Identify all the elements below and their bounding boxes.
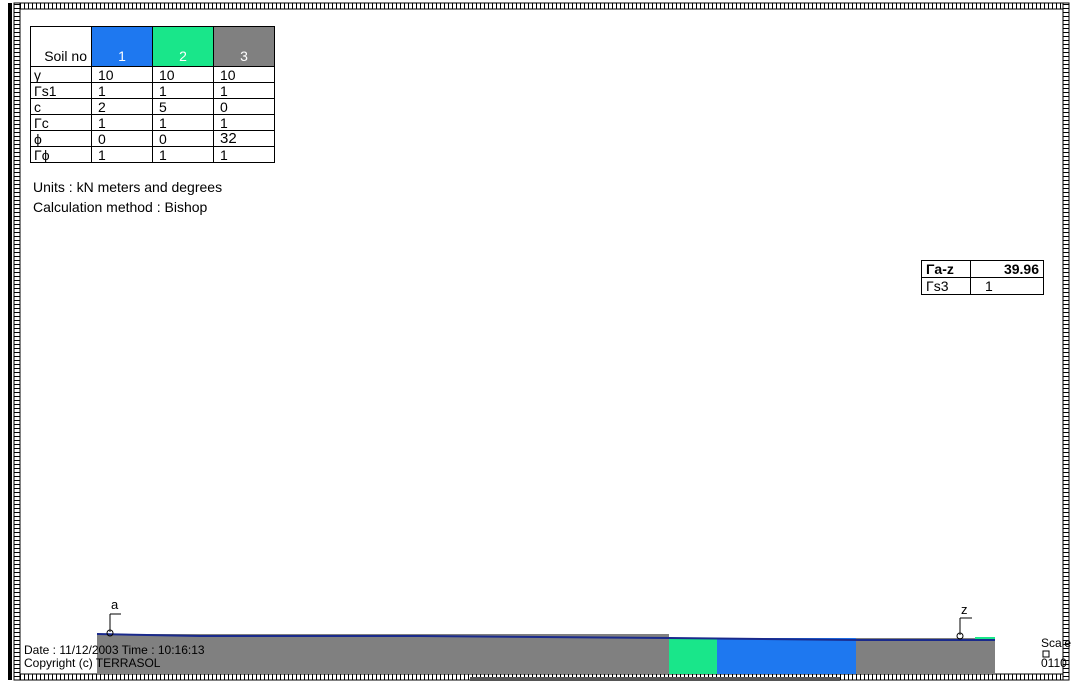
- table-cell: 1: [152, 146, 214, 163]
- soil-profile: [96, 633, 995, 674]
- table-cell: 1: [152, 82, 214, 99]
- point-a-label: a: [111, 597, 119, 612]
- row-label-gamma: γ: [30, 66, 92, 83]
- scale-label: Scale: [1041, 636, 1072, 650]
- table-cell: 1: [91, 114, 153, 131]
- table-cell: 1: [213, 82, 275, 99]
- row-label-gs1: Γs1: [30, 82, 92, 99]
- soil-layer-1-block: [717, 638, 856, 674]
- row-label-c: c: [30, 98, 92, 115]
- table-cell: 1: [213, 146, 275, 163]
- soil-properties-table: Soil no 1 2 3 γ 10 10 10 Γs1 1 1 1 c 2 5…: [30, 26, 275, 163]
- table-cell: 0: [91, 130, 153, 147]
- table-cell: 1: [91, 146, 153, 163]
- row-label-phi: ϕ: [30, 130, 92, 147]
- soil-no-header: Soil no: [30, 26, 92, 67]
- table-cell: 32: [213, 130, 275, 147]
- table-cell: 0: [213, 98, 275, 115]
- soil-layer-3-right: [856, 638, 995, 674]
- table-cell: 10: [213, 66, 275, 83]
- table-cell: 1: [91, 82, 153, 99]
- table-cell: 0: [152, 130, 214, 147]
- safety-factor-box: Γa-z 39.96 Γs3 1: [921, 260, 1044, 295]
- date-time: Date : 11/12/2003 Time : 10:16:13: [24, 643, 205, 657]
- gs3-label: Γs3: [921, 277, 971, 295]
- method-note: Calculation method : Bishop: [33, 199, 208, 215]
- row-label-gc: Γc: [30, 114, 92, 131]
- table-cell: 2: [91, 98, 153, 115]
- row-label-gphi: Γϕ: [30, 146, 92, 163]
- soil-3-header: 3: [213, 26, 275, 67]
- soil-2-header: 2: [152, 26, 214, 67]
- gs3-value: 1: [970, 277, 1044, 295]
- copyright: Copyright (c) TERRASOL: [24, 656, 161, 670]
- table-cell: 10: [152, 66, 214, 83]
- table-cell: 10: [91, 66, 153, 83]
- table-cell: 5: [152, 98, 214, 115]
- units-note: Units : kN meters and degrees: [33, 179, 223, 195]
- point-z-label: z: [961, 602, 968, 617]
- soil-1-header: 1: [91, 26, 153, 67]
- factor-value: 39.96: [970, 260, 1044, 278]
- table-cell: 1: [213, 114, 275, 131]
- scale-value: 0110: [1041, 656, 1067, 670]
- soil-layer-2-block: [669, 638, 717, 674]
- factor-label: Γa-z: [921, 260, 971, 278]
- table-cell: 1: [152, 114, 214, 131]
- point-a-marker: [106, 613, 121, 637]
- point-z-marker: [956, 617, 972, 640]
